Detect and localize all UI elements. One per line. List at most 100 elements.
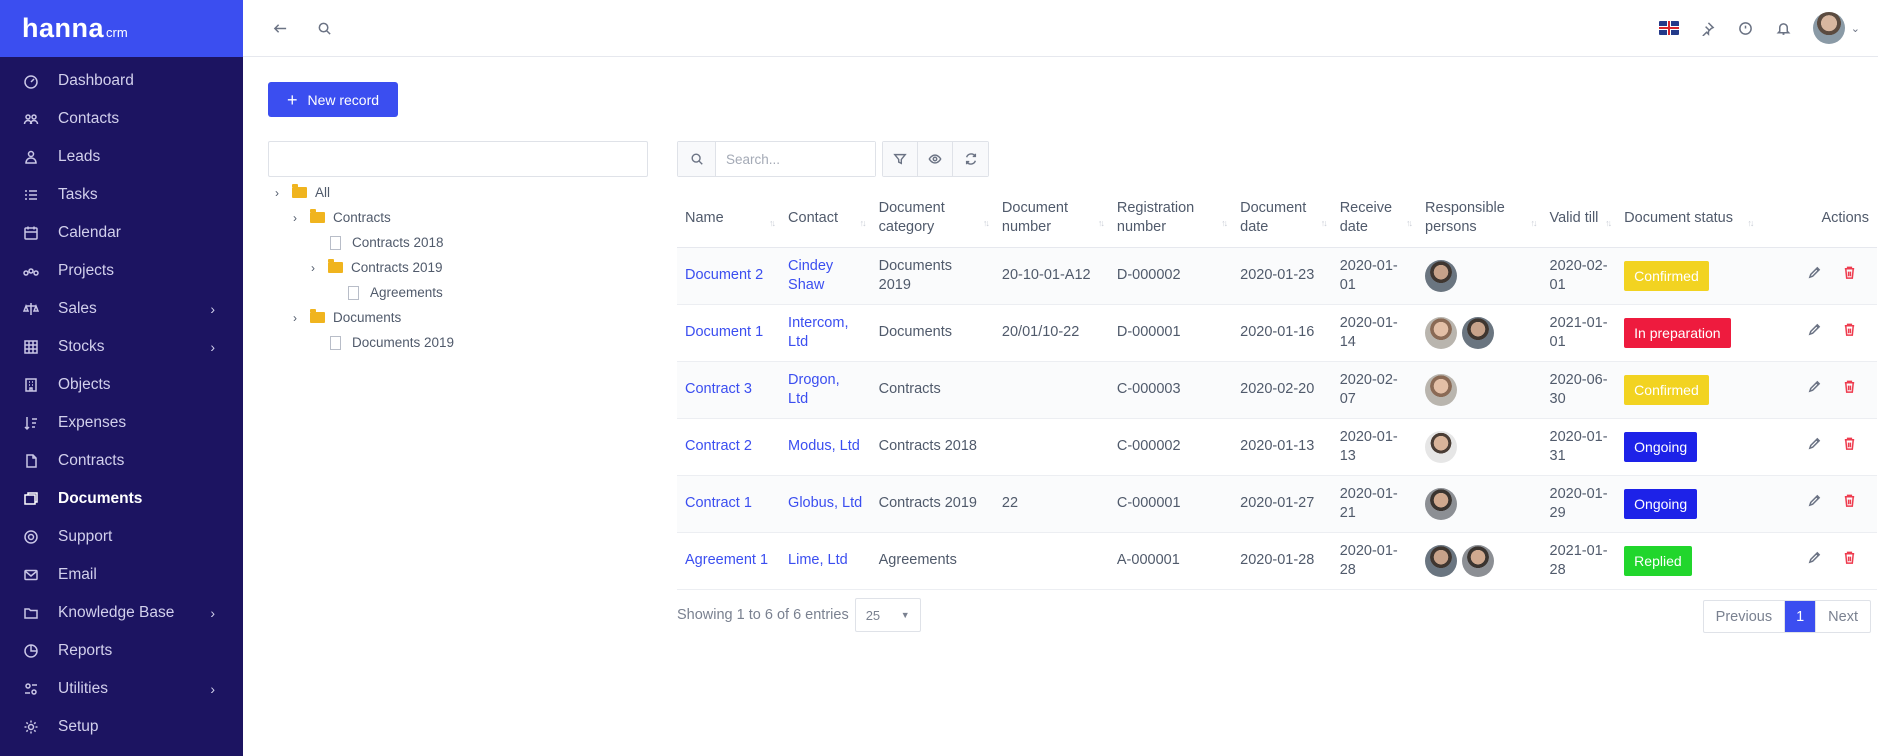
sidebar-item-setup[interactable]: Setup — [0, 708, 243, 746]
table-row[interactable]: Contract 3 Drogon, Ltd Contracts C-000003 20… — [677, 361, 1877, 419]
avatar[interactable] — [1425, 544, 1458, 577]
contact-link[interactable]: Globus, Ltd — [788, 495, 862, 511]
next-page-button[interactable]: Next — [1815, 601, 1870, 632]
avatar[interactable] — [1425, 487, 1458, 520]
contact-link[interactable]: Lime, Ltd — [788, 552, 848, 568]
sidebar-item-email[interactable]: Email — [0, 556, 243, 594]
trash-icon[interactable] — [1842, 436, 1857, 457]
uk-flag-icon[interactable] — [1658, 21, 1679, 35]
new-record-button[interactable]: + New record — [268, 82, 398, 117]
document-name-link[interactable]: Contract 1 — [685, 495, 752, 511]
sidebar-item-dashboard[interactable]: Dashboard — [0, 62, 243, 100]
sidebar-item-projects[interactable]: Projects — [0, 252, 243, 290]
sidebar-item-calendar[interactable]: Calendar — [0, 214, 243, 252]
columns-visibility-button[interactable] — [918, 142, 953, 176]
table-row[interactable]: Document 1 Intercom, Ltd Documents 20/01/10… — [677, 304, 1877, 362]
column-header-actions[interactable]: Actions — [1758, 190, 1877, 248]
table-row[interactable]: Contract 2 Modus, Ltd Contracts 2018 C-0000… — [677, 418, 1877, 476]
document-name-link[interactable]: Document 1 — [685, 324, 763, 340]
document-name-link[interactable]: Contract 3 — [685, 381, 752, 397]
column-header-document-status[interactable]: Document status ↑↓ — [1616, 190, 1759, 248]
sidebar-item-sales[interactable]: Sales › — [0, 290, 243, 328]
column-header-responsible-persons[interactable]: Responsible persons ↑↓ — [1417, 190, 1542, 248]
sidebar-item-objects[interactable]: Objects — [0, 366, 243, 404]
brand-logo[interactable]: hanna crm — [0, 0, 243, 57]
avatar[interactable] — [1462, 544, 1495, 577]
trash-icon[interactable] — [1842, 550, 1857, 571]
user-avatar[interactable] — [1812, 12, 1845, 44]
sidebar-item-expenses[interactable]: Expenses — [0, 404, 243, 442]
trash-icon[interactable] — [1842, 379, 1857, 400]
previous-page-button[interactable]: Previous — [1704, 601, 1786, 632]
sidebar-item-utilities[interactable]: Utilities › — [0, 670, 243, 708]
column-header-document-number[interactable]: Document number ↑↓ — [993, 190, 1109, 248]
filter-button[interactable] — [883, 142, 918, 176]
file-icon — [330, 235, 341, 250]
column-header-document-date[interactable]: Document date ↑↓ — [1232, 190, 1332, 248]
sidebar-item-reports[interactable]: Reports — [0, 632, 243, 670]
trash-icon[interactable] — [1842, 322, 1857, 343]
tree-node[interactable]: › Documents — [268, 305, 454, 330]
chevron-right-icon[interactable]: › — [286, 311, 304, 325]
table-row[interactable]: Document 2 Cindey Shaw Documents 2019 20-10… — [677, 247, 1877, 305]
sidebar-item-knowledge-base[interactable]: Knowledge Base › — [0, 594, 243, 632]
chevron-right-icon[interactable]: › — [304, 261, 322, 275]
column-header-name[interactable]: Name ↑↓ — [677, 190, 781, 248]
bell-icon[interactable] — [1775, 19, 1793, 37]
avatar[interactable] — [1462, 316, 1495, 349]
edit-icon[interactable] — [1807, 322, 1822, 343]
contact-link[interactable]: Drogon, Ltd — [788, 372, 840, 407]
avatar[interactable] — [1425, 316, 1458, 349]
tree-node[interactable]: › Contracts — [268, 205, 454, 230]
tree-node[interactable]: Contracts 2018 — [268, 230, 454, 255]
chevron-down-icon[interactable]: ⌄ — [1851, 22, 1860, 35]
column-header-valid-till[interactable]: Valid till ↑↓ — [1541, 190, 1617, 248]
sidebar-item-contacts[interactable]: Contacts — [0, 100, 243, 138]
document-name-link[interactable]: Document 2 — [685, 267, 763, 283]
entries-info: Showing 1 to 6 of 6 entries 25 ▼ — [677, 598, 921, 632]
avatar[interactable] — [1425, 259, 1458, 292]
contact-link[interactable]: Cindey Shaw — [788, 258, 833, 293]
document-name-link[interactable]: Contract 2 — [685, 438, 752, 454]
trash-icon[interactable] — [1842, 265, 1857, 286]
chevron-right-icon[interactable]: › — [268, 186, 286, 200]
edit-icon[interactable] — [1807, 265, 1822, 286]
tree-search-input[interactable] — [268, 141, 648, 177]
edit-icon[interactable] — [1807, 550, 1822, 571]
contact-link[interactable]: Intercom, Ltd — [788, 315, 848, 350]
current-page-button[interactable]: 1 — [1785, 601, 1816, 632]
avatar[interactable] — [1425, 373, 1458, 406]
pin-icon[interactable] — [1699, 19, 1717, 37]
sidebar-item-support[interactable]: Support — [0, 518, 243, 556]
avatar[interactable] — [1425, 430, 1458, 463]
chevron-right-icon: › — [210, 301, 215, 317]
document-name-link[interactable]: Agreement 1 — [685, 552, 768, 568]
edit-icon[interactable] — [1807, 493, 1822, 514]
chevron-right-icon[interactable]: › — [286, 211, 304, 225]
trash-icon[interactable] — [1842, 493, 1857, 514]
edit-icon[interactable] — [1807, 379, 1822, 400]
refresh-button[interactable] — [953, 142, 988, 176]
tree-node[interactable]: › All — [268, 180, 454, 205]
back-arrow-icon[interactable] — [271, 19, 289, 37]
contact-link[interactable]: Modus, Ltd — [788, 438, 860, 454]
sidebar-item-leads[interactable]: Leads — [0, 138, 243, 176]
tree-node[interactable]: › Contracts 2019 — [268, 255, 454, 280]
column-header-registration-number[interactable]: Registration number ↑↓ — [1108, 190, 1233, 248]
sidebar-item-stocks[interactable]: Stocks › — [0, 328, 243, 366]
timer-icon[interactable] — [1737, 19, 1755, 37]
page-size-select[interactable]: 25 ▼ — [854, 598, 921, 632]
table-row[interactable]: Contract 1 Globus, Ltd Contracts 2019 22 C-0… — [677, 475, 1877, 533]
column-header-receive-date[interactable]: Receive date ↑↓ — [1331, 190, 1418, 248]
search-icon[interactable] — [315, 19, 333, 37]
edit-icon[interactable] — [1807, 436, 1822, 457]
table-row[interactable]: Agreement 1 Lime, Ltd Agreements A-000001 20… — [677, 532, 1877, 590]
sidebar-item-contracts[interactable]: Contracts — [0, 442, 243, 480]
search-input[interactable] — [716, 142, 875, 176]
sidebar-item-tasks[interactable]: Tasks — [0, 176, 243, 214]
column-header-contact[interactable]: Contact ↑↓ — [780, 190, 871, 248]
column-header-document-category[interactable]: Document category ↑↓ — [870, 190, 994, 248]
tree-node[interactable]: Documents 2019 — [268, 330, 454, 355]
sidebar-item-documents[interactable]: Documents — [0, 480, 243, 518]
tree-node[interactable]: Agreements — [268, 280, 454, 305]
